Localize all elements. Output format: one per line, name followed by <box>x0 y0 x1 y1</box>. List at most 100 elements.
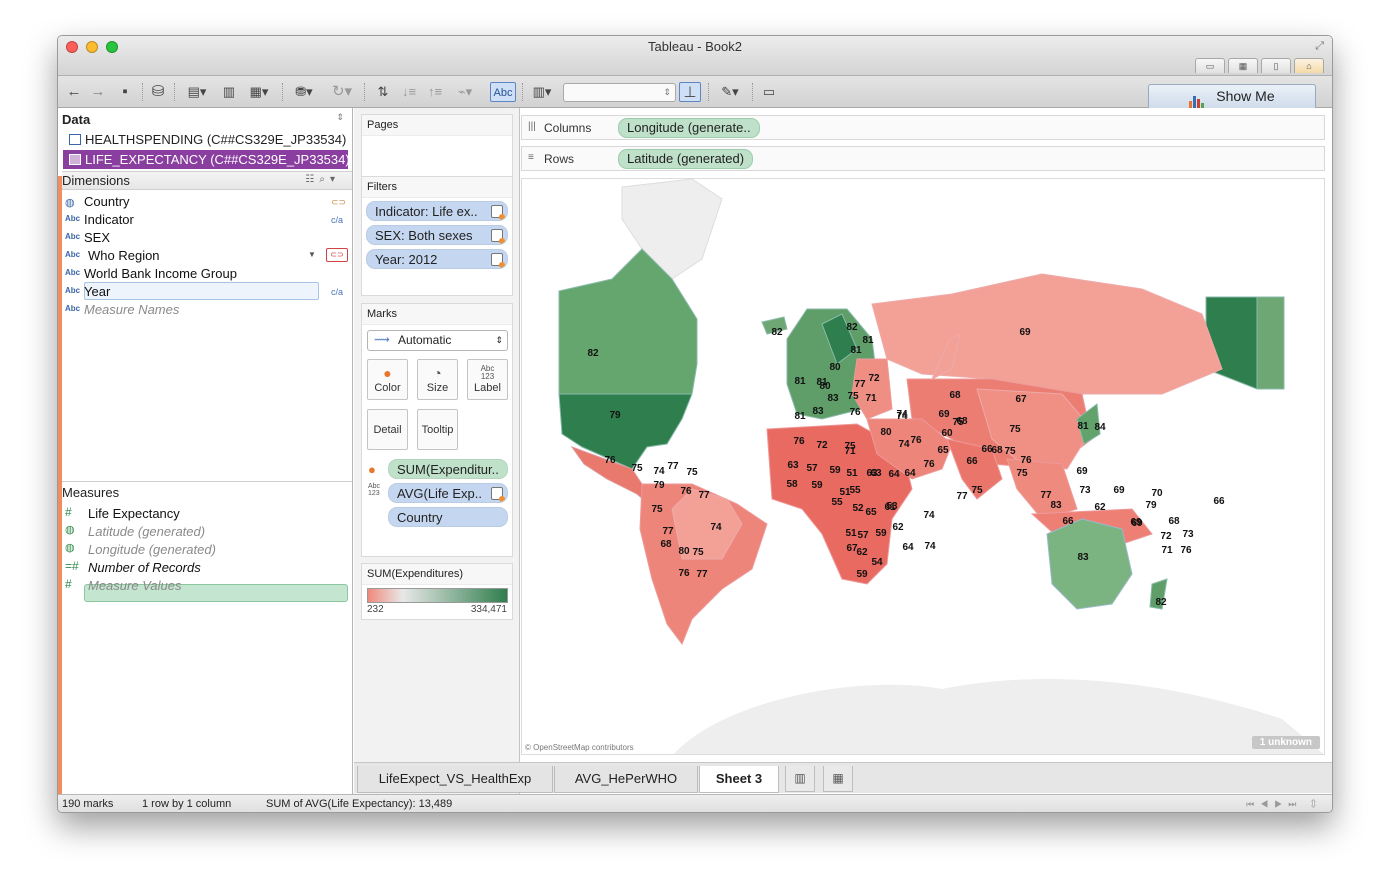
field-indicator[interactable]: Indicator <box>84 211 134 229</box>
map-label-timor-leste[interactable]: 66 <box>1062 516 1074 527</box>
field-sex[interactable]: SEX <box>84 229 110 247</box>
map-label-new-zealand[interactable]: 82 <box>1155 597 1167 608</box>
map-label-china[interactable]: 75 <box>1009 424 1021 435</box>
clear-sheet-icon[interactable]: ▦▾ <box>244 82 274 102</box>
map-label-cape-verde[interactable]: 74 <box>924 541 936 552</box>
columns-longitude-pill[interactable]: Longitude (generate.. <box>618 118 760 138</box>
chevron-down-icon[interactable]: ▼ <box>308 250 316 259</box>
usa-shape[interactable] <box>558 393 693 470</box>
map-label-caribbean[interactable]: 75 <box>686 467 698 478</box>
map-label-denmark[interactable]: 80 <box>829 362 841 373</box>
map-label-uganda[interactable]: 55 <box>849 485 861 496</box>
sheet-navigation-icons[interactable]: ⏮◀▶⏭ ⇕ <box>1246 795 1322 812</box>
field-life-expectancy[interactable]: Life Expectancy <box>88 505 180 523</box>
search-icon[interactable]: ☷⌕▾ <box>305 174 340 185</box>
map-label-vietnam[interactable]: 76 <box>1020 455 1032 466</box>
map-label-cameroon[interactable]: 55 <box>831 497 843 508</box>
map-label-mauritius[interactable]: 64 <box>902 542 914 553</box>
map-label-tajikistan[interactable]: 68 <box>956 416 968 427</box>
map-label-cook-islands[interactable]: 76 <box>1180 545 1192 556</box>
pages-card[interactable]: Pages <box>361 114 513 177</box>
map-label-brunei[interactable]: 77 <box>1040 490 1052 501</box>
map-label-seychelles[interactable]: 74 <box>923 510 935 521</box>
view-fit-icon[interactable]: ▥▾ <box>526 82 558 102</box>
sort-ascending-icon[interactable]: ↓≡ <box>398 82 420 102</box>
swap-rows-columns-icon[interactable]: ⇅ <box>372 82 394 102</box>
field-year[interactable]: Year <box>84 283 110 301</box>
map-label-algeria[interactable]: 72 <box>816 440 828 451</box>
field-longitude-generated[interactable]: Longitude (generated) <box>88 541 216 559</box>
map-label-bolivia[interactable]: 68 <box>660 539 672 550</box>
map-label-nauru[interactable]: 79 <box>1145 500 1157 511</box>
data-pane-menu-icon[interactable]: ⇕ <box>336 112 344 123</box>
map-label-mali[interactable]: 63 <box>787 460 799 471</box>
forward-arrow-icon[interactable]: → <box>88 82 108 102</box>
home-icon[interactable]: ⌂ <box>1294 58 1324 73</box>
marks-detail-pill[interactable]: Country <box>388 507 508 527</box>
map-label-somalia[interactable]: 53 <box>886 501 898 512</box>
map-label-papua-new-guinea[interactable]: 62 <box>1094 502 1106 513</box>
map-label-finland[interactable]: 81 <box>862 335 874 346</box>
field-latitude-generated[interactable]: Latitude (generated) <box>88 523 205 541</box>
highlight-icon[interactable]: ✎▾ <box>714 82 746 102</box>
map-label-angola[interactable]: 51 <box>845 528 857 539</box>
filter-year-pill[interactable]: Year: 2012 <box>366 249 508 269</box>
map-label-australia[interactable]: 83 <box>1077 552 1089 563</box>
map-label-chile[interactable]: 80 <box>678 546 690 557</box>
map-label-yemen[interactable]: 64 <box>904 468 916 479</box>
map-label-nigeria[interactable]: 59 <box>811 480 823 491</box>
map-label-tanzania[interactable]: 65 <box>865 507 877 518</box>
sheet-sorter-icon[interactable]: ▦ <box>1228 58 1258 73</box>
marks-color-pill[interactable]: SUM(Expenditur.. <box>388 459 508 479</box>
group-members-icon[interactable]: ⌁▾ <box>450 82 480 102</box>
back-arrow-icon[interactable]: ← <box>64 82 84 102</box>
map-label-kazakhstan[interactable]: 69 <box>938 409 950 420</box>
map-label-south-korea[interactable]: 81 <box>1077 421 1089 432</box>
map-label-mexico[interactable]: 76 <box>604 455 616 466</box>
duplicate-sheet-icon[interactable]: ▥ <box>218 82 240 102</box>
map-label-peru[interactable]: 77 <box>662 526 674 537</box>
map-attribution[interactable]: © OpenStreetMap contributors <box>525 743 634 752</box>
datasource-life-expectancy[interactable]: LIFE_EXPECTANCY (C##CS329E_JP33534) <box>63 150 350 169</box>
australia-shape[interactable] <box>1046 518 1133 610</box>
columns-shelf[interactable]: ||| Columns Longitude (generate.. <box>521 115 1325 140</box>
marks-label-pill[interactable]: AVG(Life Exp.. <box>388 483 508 503</box>
map-label-paraguay[interactable]: 75 <box>692 547 704 558</box>
map-label-senegal[interactable]: 58 <box>786 479 798 490</box>
unknown-indicator[interactable]: 1 unknown <box>1251 736 1320 749</box>
map-label-maldives[interactable]: 77 <box>956 491 968 502</box>
map-label-united-states[interactable]: 79 <box>609 410 621 421</box>
map-label-colombia[interactable]: 75 <box>651 504 663 515</box>
russia-shape[interactable] <box>871 273 1223 395</box>
field-country[interactable]: Country <box>84 193 130 211</box>
map-label-kiribati[interactable]: 66 <box>1213 496 1225 507</box>
map-label-cuba[interactable]: 75 <box>631 463 643 474</box>
map-label-estonia[interactable]: 77 <box>854 379 866 390</box>
map-label-nepal[interactable]: 68 <box>991 445 1003 456</box>
map-label-tonga[interactable]: 71 <box>1161 545 1173 556</box>
map-label-mongolia[interactable]: 67 <box>1015 394 1027 405</box>
map-label-niger[interactable]: 57 <box>806 463 818 474</box>
map-label-brazil[interactable]: 74 <box>710 522 722 533</box>
usa-west-shape[interactable] <box>1256 296 1285 390</box>
linked-field-icon[interactable]: ⊂⊃ <box>326 248 348 262</box>
map-label-spain[interactable]: 81 <box>794 411 806 422</box>
fit-dropdown[interactable]: ⇕ <box>563 83 676 102</box>
map-label-israel[interactable]: 80 <box>880 427 892 438</box>
map-label-belgium[interactable]: 80 <box>819 381 831 392</box>
map-label-sweden[interactable]: 82 <box>846 322 858 333</box>
map-label-central-african-rep-[interactable]: 51 <box>846 468 858 479</box>
map-label-belarus[interactable]: 72 <box>868 373 880 384</box>
map-label-palau[interactable]: 73 <box>1079 485 1091 496</box>
color-legend-card[interactable]: SUM(Expenditures) 232 334,471 <box>361 563 513 620</box>
fullscreen-icon[interactable]: ⤢ <box>1315 40 1324 53</box>
show-mark-labels-button[interactable]: Abc <box>490 82 516 102</box>
color-button[interactable]: ● Color <box>367 359 408 400</box>
show-me-button[interactable]: Show Me <box>1148 84 1316 109</box>
data-refresh-icon[interactable]: ⛃▾ <box>288 82 320 102</box>
map-label-micronesia[interactable]: 69 <box>1113 485 1125 496</box>
map-label-switzerland[interactable]: 83 <box>827 393 839 404</box>
map-label-madagascar[interactable]: 59 <box>875 528 887 539</box>
map-label-lesotho[interactable]: 54 <box>871 557 883 568</box>
map-label-russia[interactable]: 69 <box>1019 327 1031 338</box>
